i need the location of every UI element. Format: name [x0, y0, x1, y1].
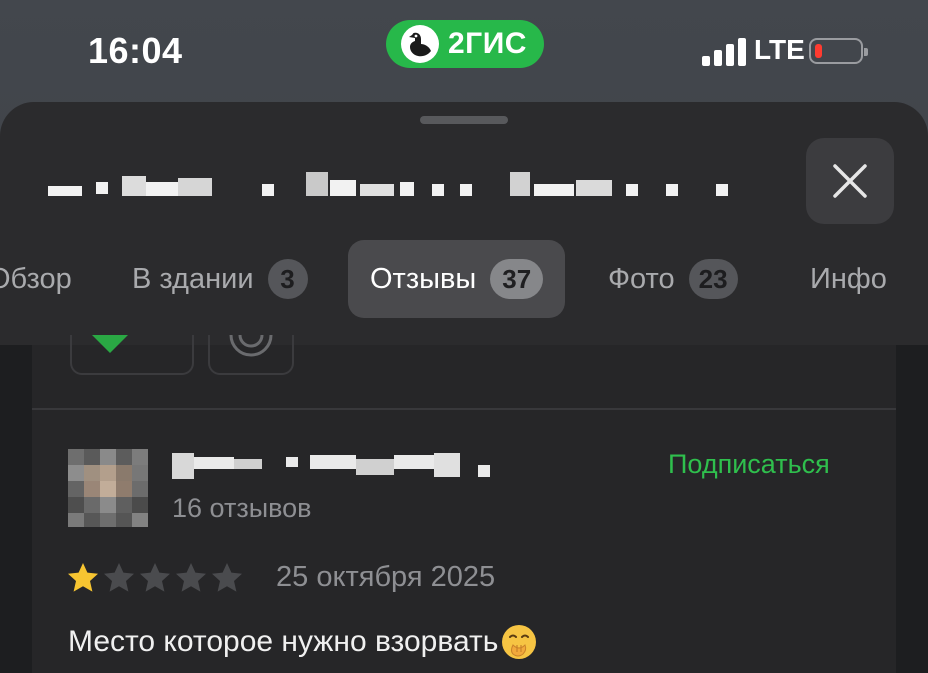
tab-label: Фото	[608, 262, 675, 295]
rating-stars	[66, 561, 244, 595]
reviewer-review-count: 16 отзывов	[172, 493, 312, 523]
tab-label: Обзор	[0, 262, 72, 295]
app-badge-label: 2ГИС	[448, 27, 527, 60]
reviewer-name-pixelated[interactable]	[172, 451, 502, 481]
star-empty-icon	[212, 563, 242, 592]
goose-icon	[401, 25, 439, 63]
rating-chip[interactable]	[70, 335, 194, 375]
tab-label: Отзывы	[370, 262, 477, 295]
tab-photos[interactable]: Фото 23	[608, 240, 738, 318]
divider	[32, 408, 896, 410]
diamond-icon	[92, 335, 128, 353]
review-text-body: Место которое нужно взорвать	[68, 625, 499, 658]
tab-label: В здании	[132, 262, 254, 295]
avatar[interactable]	[68, 449, 148, 527]
place-title-pixelated	[40, 158, 740, 198]
tab-count-badge: 3	[267, 259, 308, 299]
review-text: Место которое нужно взорвать	[68, 623, 538, 661]
tab-in-building[interactable]: В здании 3	[132, 240, 308, 318]
tab-count-badge: 23	[688, 259, 738, 299]
photo-chip[interactable]	[208, 335, 294, 375]
content-edge	[896, 345, 928, 673]
screen: 16:04 2ГИС LTE бзор В здании 3 Отзывы 37…	[0, 0, 928, 673]
content-edge	[0, 345, 32, 673]
tab-overview[interactable]: Обзор	[0, 240, 72, 318]
sheet-grabber[interactable]	[420, 116, 508, 124]
network-label: LTE	[754, 34, 805, 65]
subscribe-link[interactable]: Подписаться	[668, 449, 830, 480]
star-empty-icon	[176, 563, 206, 592]
reviews-list: Подписаться 16 отзывов 25 октября 2025 М…	[32, 335, 896, 673]
face-with-hand-over-mouth-icon	[502, 625, 537, 659]
tab-bar: Обзор В здании 3 Отзывы 37 Фото 23 Инфо	[0, 240, 928, 320]
signal-icon	[702, 38, 746, 66]
review-date: 25 октября 2025	[276, 561, 496, 593]
star-filled-icon	[68, 563, 98, 592]
tab-count-badge: 37	[490, 259, 544, 299]
close-icon	[833, 164, 867, 198]
place-sheet: Обзор В здании 3 Отзывы 37 Фото 23 Инфо	[0, 102, 928, 345]
app-badge[interactable]: 2ГИС	[386, 20, 544, 68]
status-time: 16:04	[88, 30, 183, 71]
battery-level	[815, 44, 822, 58]
star-empty-icon	[140, 563, 170, 592]
star-empty-icon	[104, 563, 134, 592]
tab-label: Инфо	[810, 262, 887, 295]
target-icon	[229, 335, 273, 357]
tab-reviews[interactable]: Отзывы 37	[348, 240, 566, 318]
tab-info[interactable]: Инфо	[810, 240, 887, 318]
battery-icon	[809, 38, 868, 64]
close-button[interactable]	[806, 138, 894, 224]
